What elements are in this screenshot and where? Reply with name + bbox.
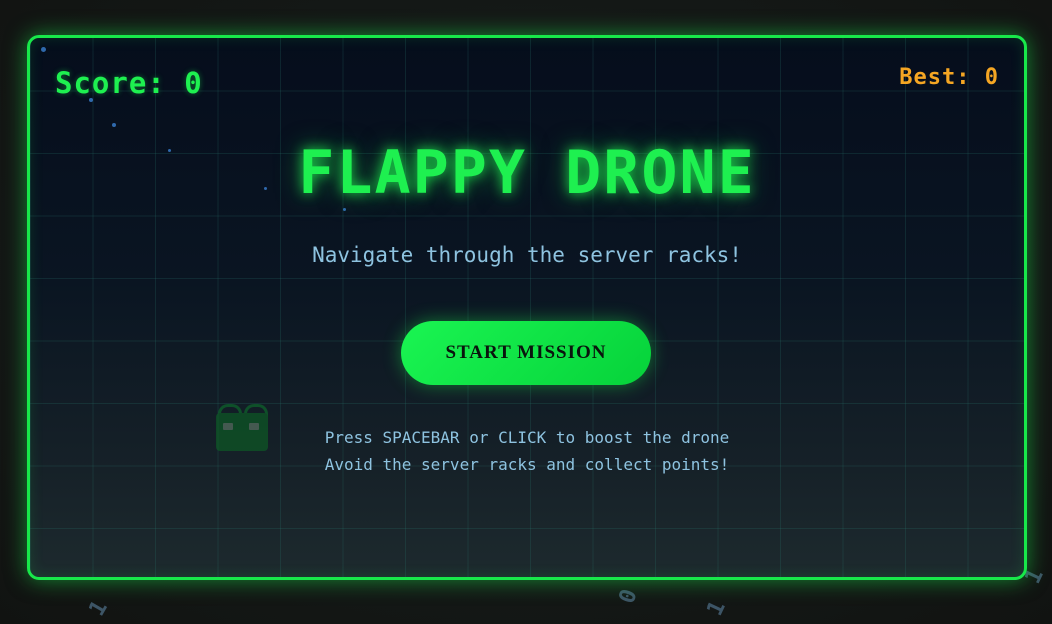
start-mission-button[interactable]: START MISSION — [401, 321, 651, 385]
game-title: FLAPPY DRONE — [298, 138, 756, 208]
star-particle — [41, 47, 46, 52]
game-subtitle: Navigate through the server racks! — [312, 243, 742, 267]
score-display: Score: 0 — [55, 66, 203, 100]
binary-digit: 1 — [84, 596, 113, 621]
instructions: Press SPACEBAR or CLICK to boost the dro… — [30, 424, 1024, 478]
binary-digit: 1 — [702, 597, 731, 620]
instruction-line-goal: Avoid the server racks and collect point… — [324, 455, 730, 474]
game-canvas[interactable]: Score: 0 Best: 0 FLAPPY DRONE Navigate t… — [27, 35, 1027, 580]
background-grid — [30, 38, 1024, 577]
best-score-display: Best: 0 — [899, 65, 999, 90]
star-particle — [343, 208, 346, 211]
instruction-line-controls: Press SPACEBAR or CLICK to boost the dro… — [324, 428, 730, 447]
page: 1 0 1 1 Score: 0 Best: 0 FLAPPY DRONE Na… — [0, 0, 1052, 624]
binary-digit: 0 — [614, 585, 643, 608]
star-particle — [112, 123, 116, 127]
